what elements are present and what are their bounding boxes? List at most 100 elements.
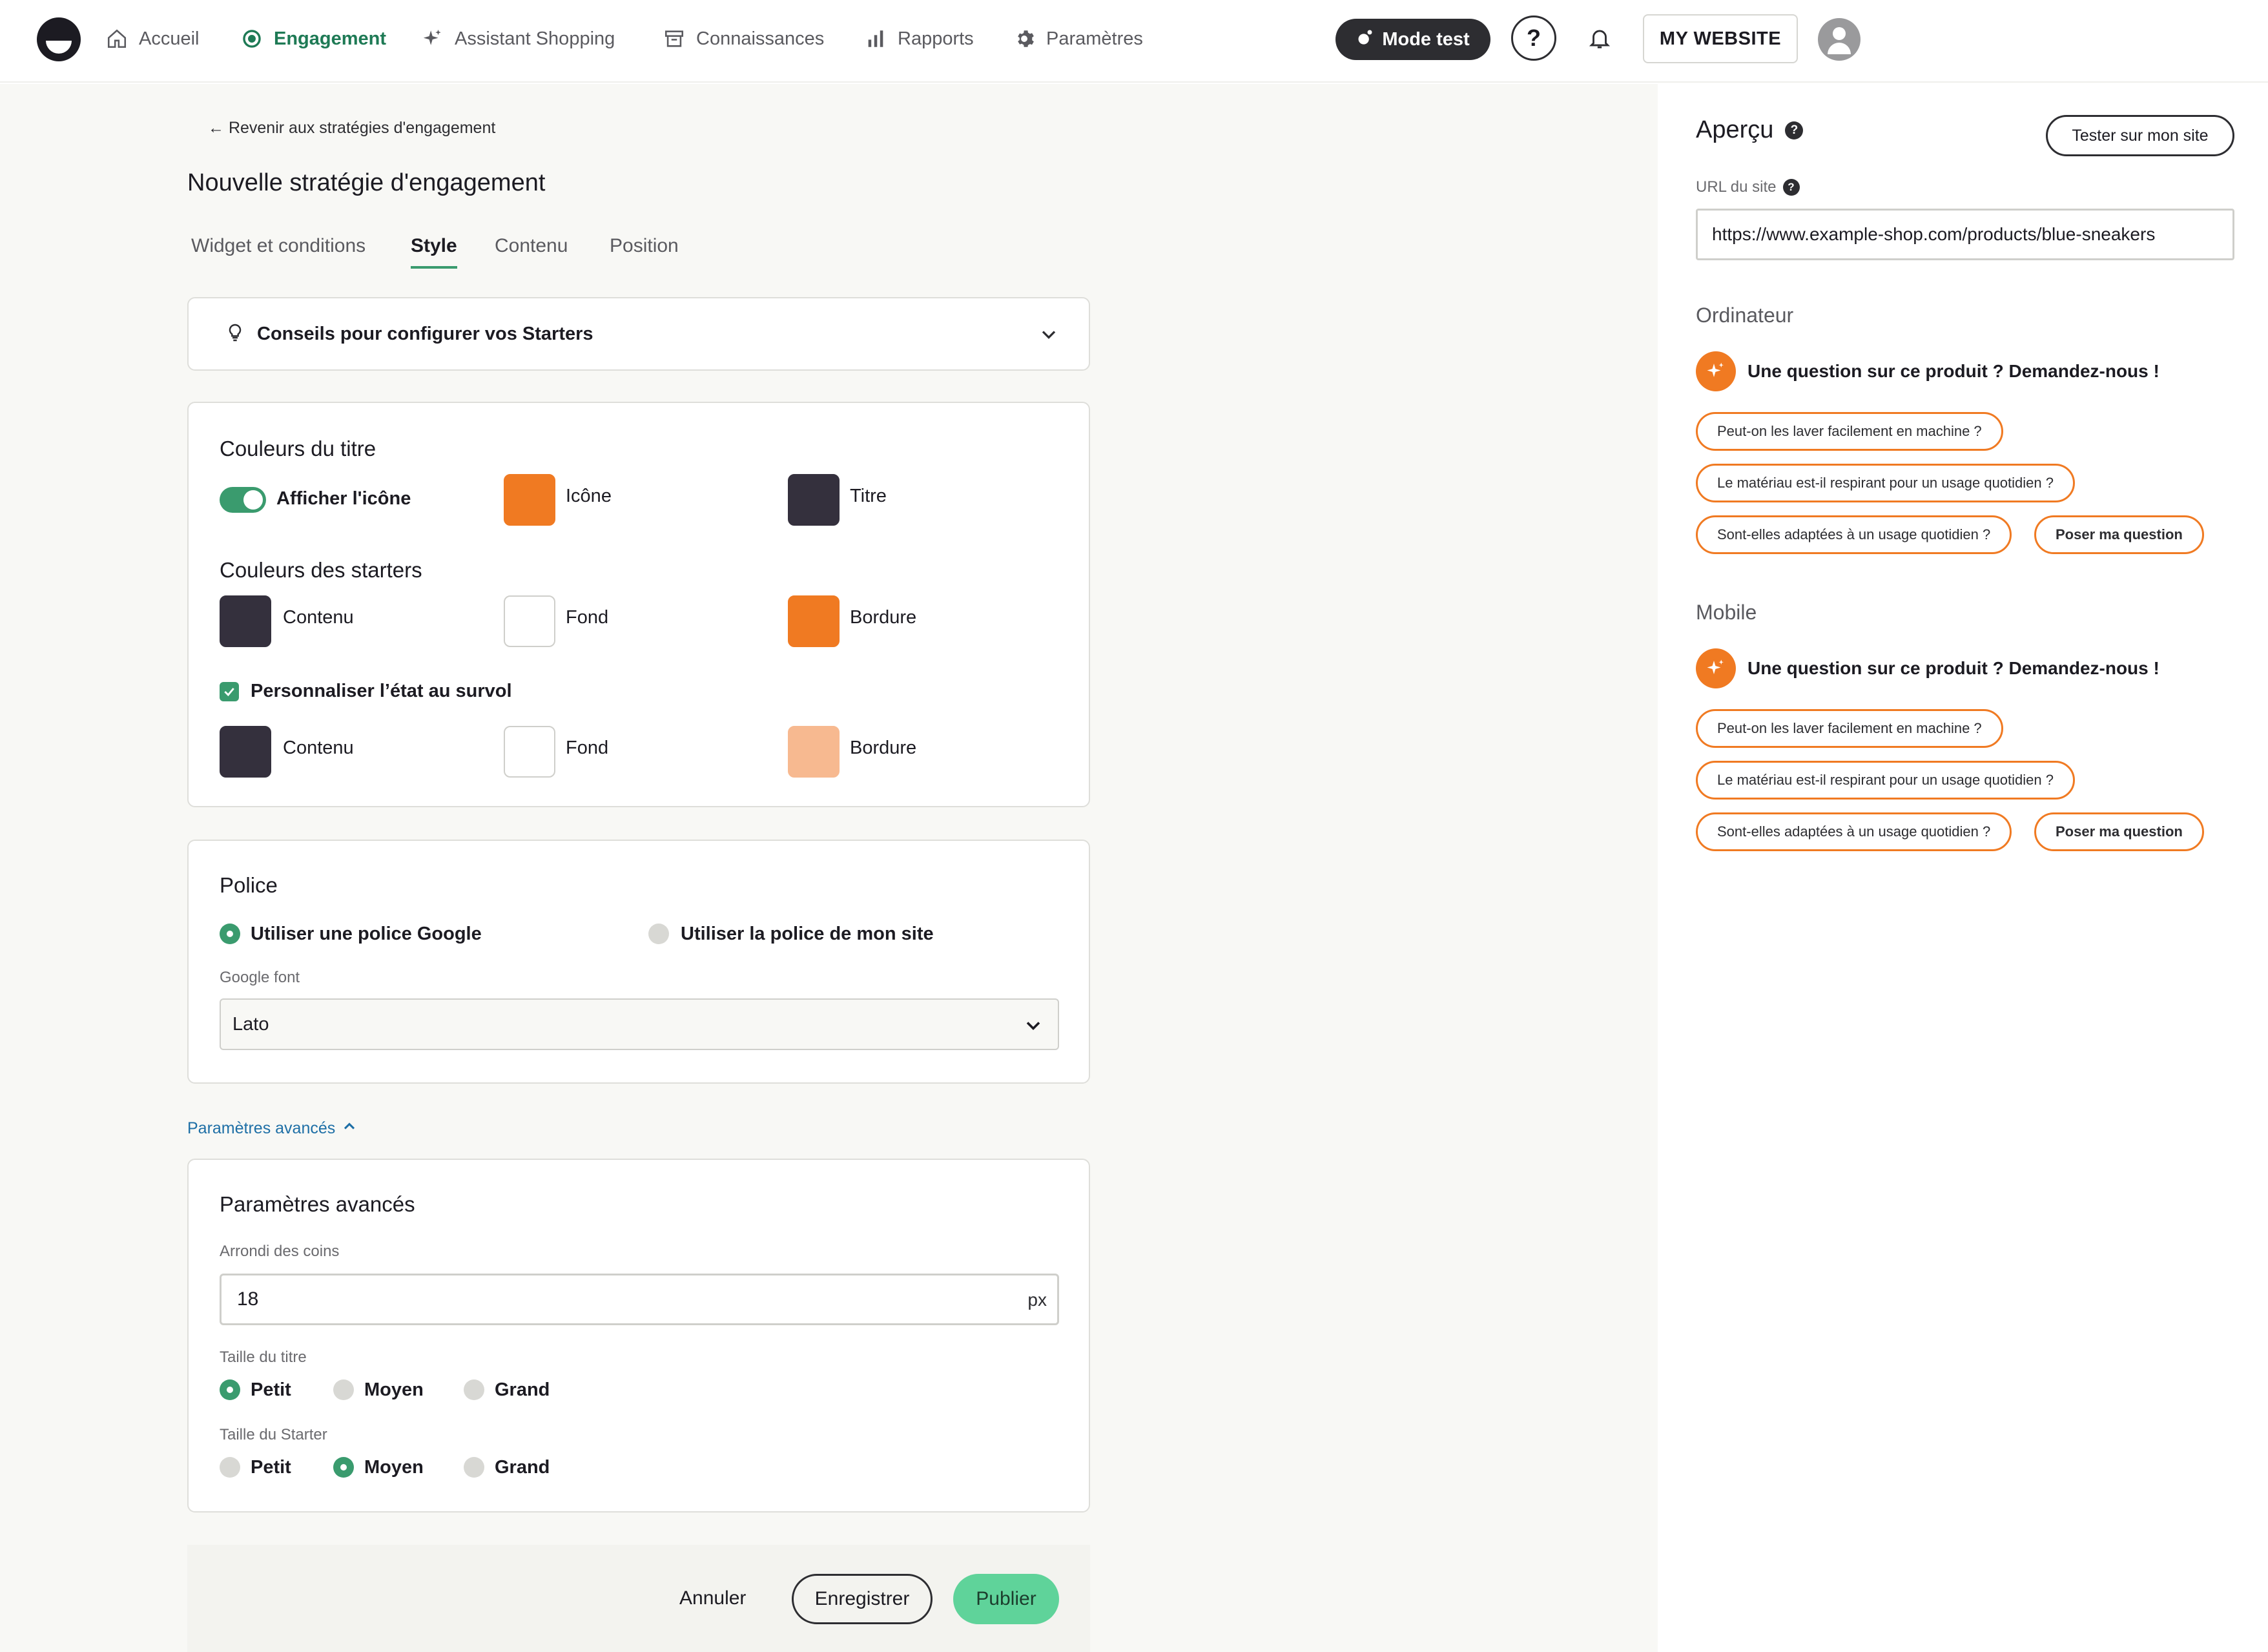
nav-label: Paramètres (1046, 28, 1143, 49)
mobile-preview-headline: Une question sur ce produit ? Demandez-n… (1747, 658, 2160, 678)
test-on-site-button[interactable]: Tester sur mon site (2046, 115, 2234, 156)
mobile-starter-chip[interactable]: Le matériau est-il respirant pour un usa… (1696, 761, 2075, 800)
mobile-preview-label: Mobile (1696, 601, 1757, 624)
help-icon[interactable]: ? (1782, 179, 1800, 196)
chevron-up-icon (340, 1117, 358, 1140)
top-navigation: Accueil Engagement Assistant Shopping Co… (0, 0, 2268, 83)
nav-item-engagement[interactable]: Engagement (240, 23, 386, 54)
google-font-radio[interactable] (220, 924, 240, 944)
font-heading: Police (220, 873, 278, 897)
url-label-text: URL du site (1696, 178, 1777, 196)
radius-label: Arrondi des coins (220, 1243, 340, 1260)
starter-size-grand-radio[interactable] (464, 1457, 484, 1478)
hover-content-color-label: Contenu (283, 738, 354, 758)
border-color-swatch[interactable] (788, 595, 840, 647)
site-url-input[interactable]: https://www.example-shop.com/products/bl… (1696, 209, 2234, 260)
tab-contenu[interactable]: Contenu (495, 235, 568, 266)
hover-checkbox[interactable] (220, 682, 239, 701)
desktop-ask-question-button[interactable]: Poser ma question (2034, 515, 2204, 554)
hover-content-color-swatch[interactable] (220, 726, 271, 778)
title-color-swatch[interactable] (788, 474, 840, 526)
icon-color-swatch[interactable] (504, 474, 555, 526)
icon-color-label: Icône (566, 486, 612, 506)
background-color-swatch[interactable] (504, 595, 555, 647)
colors-card: Couleurs du titre Afficher l'icône Icône… (187, 402, 1090, 807)
hover-background-color-label: Fond (566, 738, 609, 758)
mobile-preview-header: Une question sur ce produit ? Demandez-n… (1696, 648, 2160, 688)
google-font-option-label: Utiliser une police Google (251, 924, 482, 944)
hover-background-color-swatch[interactable] (504, 726, 555, 778)
mobile-starter-chip[interactable]: Sont-elles adaptées à un usage quotidien… (1696, 812, 2012, 851)
advanced-settings-link[interactable]: Paramètres avancés (187, 1117, 358, 1140)
title-size-grand-label: Grand (495, 1379, 550, 1400)
nav-item-parametres[interactable]: Paramètres (1013, 23, 1143, 54)
starter-size-petit-radio[interactable] (220, 1457, 240, 1478)
mobile-ask-question-button[interactable]: Poser ma question (2034, 812, 2204, 851)
google-font-value: Lato (232, 1013, 269, 1035)
site-font-radio[interactable] (648, 924, 669, 944)
cancel-button[interactable]: Annuler (679, 1587, 746, 1609)
sparkle-icon (421, 27, 444, 50)
mobile-starter-chip[interactable]: Peut-on les laver facilement en machine … (1696, 709, 2003, 748)
desktop-starter-chip[interactable]: Peut-on les laver facilement en machine … (1696, 412, 2003, 451)
help-icon[interactable]: ? (1785, 121, 1804, 139)
mode-test-button[interactable]: Mode test (1335, 19, 1490, 60)
tab-style[interactable]: Style (411, 235, 457, 269)
starter-size-grand-label: Grand (495, 1457, 550, 1478)
page-title: Nouvelle stratégie d'engagement (187, 169, 546, 196)
advanced-heading: Paramètres avancés (220, 1192, 415, 1216)
font-card: Police Utiliser une police Google Utilis… (187, 840, 1090, 1084)
archive-icon (663, 27, 686, 50)
title-size-moyen-radio[interactable] (333, 1379, 354, 1400)
help-button[interactable]: ? (1511, 15, 1556, 61)
save-button[interactable]: Enregistrer (792, 1574, 933, 1624)
google-font-select[interactable]: Lato (220, 998, 1059, 1050)
nav-label: Assistant Shopping (455, 28, 615, 49)
starter-size-moyen-radio[interactable] (333, 1457, 354, 1478)
tips-accordion[interactable]: Conseils pour configurer vos Starters (187, 297, 1090, 371)
show-icon-toggle[interactable] (220, 487, 266, 513)
desktop-starter-chip[interactable]: Le matériau est-il respirant pour un usa… (1696, 464, 2075, 502)
nav-item-rapports[interactable]: Rapports (864, 23, 974, 54)
hover-border-color-swatch[interactable] (788, 726, 840, 778)
target-icon (240, 27, 263, 50)
home-icon (105, 27, 129, 50)
logo-icon[interactable] (37, 17, 81, 61)
bell-icon[interactable] (1585, 23, 1614, 53)
radius-value: 18 (237, 1288, 259, 1310)
tab-widget-conditions[interactable]: Widget et conditions (191, 235, 366, 266)
desktop-preview-label: Ordinateur (1696, 304, 1794, 327)
chevron-down-icon (1022, 1014, 1045, 1037)
content-color-swatch[interactable] (220, 595, 271, 647)
title-size-petit-radio[interactable] (220, 1379, 240, 1400)
preview-title-label: Aperçu (1696, 116, 1774, 143)
starter-size-moyen-label: Moyen (364, 1457, 424, 1478)
nav-item-connaissances[interactable]: Connaissances (663, 23, 824, 54)
desktop-preview-headline: Une question sur ce produit ? Demandez-n… (1747, 361, 2160, 381)
nav-label: Engagement (274, 28, 387, 49)
website-selector-button[interactable]: MY WEBSITE (1643, 14, 1798, 63)
desktop-starter-chip[interactable]: Sont-elles adaptées à un usage quotidien… (1696, 515, 2012, 554)
nav-item-assistant-shopping[interactable]: Assistant Shopping (421, 23, 615, 54)
nav-label: Accueil (139, 28, 200, 49)
sparkle-icon (1696, 351, 1736, 391)
title-size-petit-label: Petit (251, 1379, 291, 1400)
starter-size-petit-label: Petit (251, 1457, 291, 1478)
site-font-option-label: Utiliser la police de mon site (681, 924, 934, 944)
publish-button[interactable]: Publier (953, 1574, 1059, 1624)
nav-item-accueil[interactable]: Accueil (105, 23, 200, 54)
desktop-preview-header: Une question sur ce produit ? Demandez-n… (1696, 351, 2160, 391)
hover-label: Personnaliser l’état au survol (251, 681, 512, 701)
tab-position[interactable]: Position (610, 235, 679, 266)
test-tube-icon (1356, 28, 1374, 51)
back-link[interactable]: ← Revenir aux stratégies d'engagement (208, 119, 495, 138)
title-size-grand-radio[interactable] (464, 1379, 484, 1400)
site-url-value: https://www.example-shop.com/products/bl… (1712, 224, 2156, 244)
url-label: URL du site ? (1696, 178, 1800, 196)
preview-title: Aperçu ? (1696, 116, 1804, 144)
radius-input[interactable]: 18 px (220, 1274, 1059, 1325)
avatar[interactable] (1818, 18, 1861, 61)
title-color-label: Titre (850, 486, 887, 506)
title-colors-heading: Couleurs du titre (220, 437, 376, 460)
title-size-moyen-label: Moyen (364, 1379, 424, 1400)
